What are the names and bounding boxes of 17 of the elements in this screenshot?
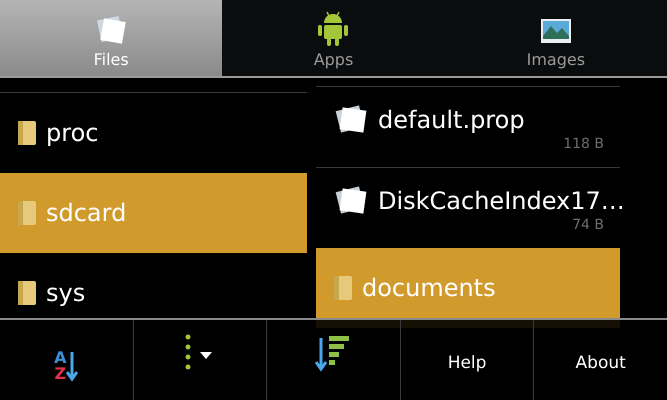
file-size: 118 B	[563, 137, 604, 151]
tab[interactable]: Images	[444, 0, 667, 76]
folder-icon	[332, 274, 354, 302]
file-row[interactable]: default.prop 118 B	[316, 87, 620, 167]
file-size: 74 B	[572, 218, 604, 232]
file-name: sys	[46, 281, 86, 305]
folder-icon	[16, 119, 38, 147]
folder-icon	[16, 199, 38, 227]
menu-item[interactable]: Help	[400, 320, 534, 400]
file-row[interactable]: proc	[0, 93, 307, 173]
file-name: documents	[362, 276, 496, 300]
folder-icon	[16, 279, 38, 307]
file-name: proc	[46, 121, 98, 145]
menu-item[interactable]: About	[533, 320, 667, 400]
tab[interactable]: Apps	[222, 0, 445, 76]
file-name: sdcard	[46, 201, 126, 225]
file-name: default.prop	[378, 108, 525, 132]
